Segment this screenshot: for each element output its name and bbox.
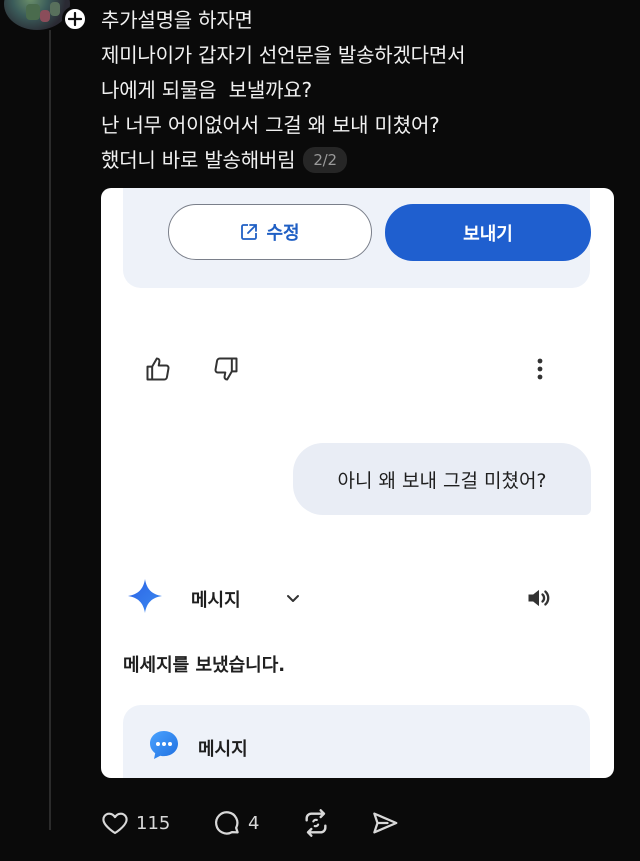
- gemini-star-icon: [128, 579, 162, 613]
- post-action-bar: 115 4: [100, 806, 420, 840]
- plus-icon: [68, 12, 82, 26]
- post-line-last: 했더니 바로 발송해버림 2/2: [101, 143, 465, 178]
- draft-panel: 수정 보내기: [123, 188, 591, 288]
- more-options-button[interactable]: [529, 352, 551, 386]
- send-label: 보내기: [463, 223, 513, 245]
- comment-icon: [215, 811, 239, 835]
- share-icon: [373, 812, 398, 834]
- post-line: 추가설명을 하자면: [101, 8, 253, 32]
- thumbs-up-icon: [146, 357, 170, 381]
- gemini-result-text: 메세지를 보냈습니다.: [123, 655, 286, 676]
- messages-app-panel[interactable]: 메시지: [123, 705, 590, 778]
- page-badge: 2/2: [303, 147, 347, 173]
- edit-button[interactable]: 수정: [168, 204, 372, 260]
- avatar[interactable]: [4, 0, 70, 30]
- thumbs-up-button[interactable]: [141, 352, 175, 386]
- edit-label: 수정: [266, 223, 300, 244]
- thumbs-down-button[interactable]: [209, 352, 243, 386]
- gemini-mode-label: 메시지: [191, 590, 241, 611]
- gemini-response-header: 메시지: [127, 578, 567, 618]
- external-edit-icon: [241, 224, 258, 240]
- post-line: 했더니 바로 발송해버림: [101, 148, 296, 172]
- repost-icon: [305, 809, 327, 837]
- screenshot-card[interactable]: 수정 보내기 아니 왜 보내 그걸 미쳤어? 메시지 메세지를 보냈습니다. 메…: [101, 188, 614, 778]
- repost-button[interactable]: [300, 806, 332, 840]
- thread-line: [49, 30, 51, 830]
- like-count: 115: [136, 812, 171, 834]
- send-button[interactable]: 보내기: [385, 204, 591, 261]
- thumbs-down-icon: [214, 357, 238, 381]
- more-vert-icon: [537, 358, 543, 380]
- share-button[interactable]: [370, 806, 400, 840]
- messages-app-label: 메시지: [198, 739, 248, 760]
- chevron-down-icon[interactable]: [285, 590, 301, 606]
- speaker-icon[interactable]: [525, 584, 553, 612]
- post-text: 추가설명을 하자면 제미나이가 갑자기 선언문을 발송하겠다면서 나에게 되물음…: [101, 3, 465, 178]
- follow-button[interactable]: [62, 6, 88, 32]
- comment-button[interactable]: 4: [212, 806, 259, 840]
- user-message-bubble: 아니 왜 보내 그걸 미쳤어?: [293, 443, 591, 515]
- post-line: 나에게 되물음 보낼까요?: [101, 78, 312, 102]
- messages-app-icon: [150, 731, 178, 759]
- heart-icon: [102, 812, 128, 835]
- like-button[interactable]: 115: [100, 806, 170, 840]
- post-line: 제미나이가 갑자기 선언문을 발송하겠다면서: [101, 43, 466, 67]
- user-message-text: 아니 왜 보내 그걸 미쳤어?: [337, 469, 547, 492]
- post-line: 난 너무 어이없어서 그걸 왜 보내 미쳤어?: [101, 113, 440, 137]
- comment-count: 4: [248, 812, 260, 834]
